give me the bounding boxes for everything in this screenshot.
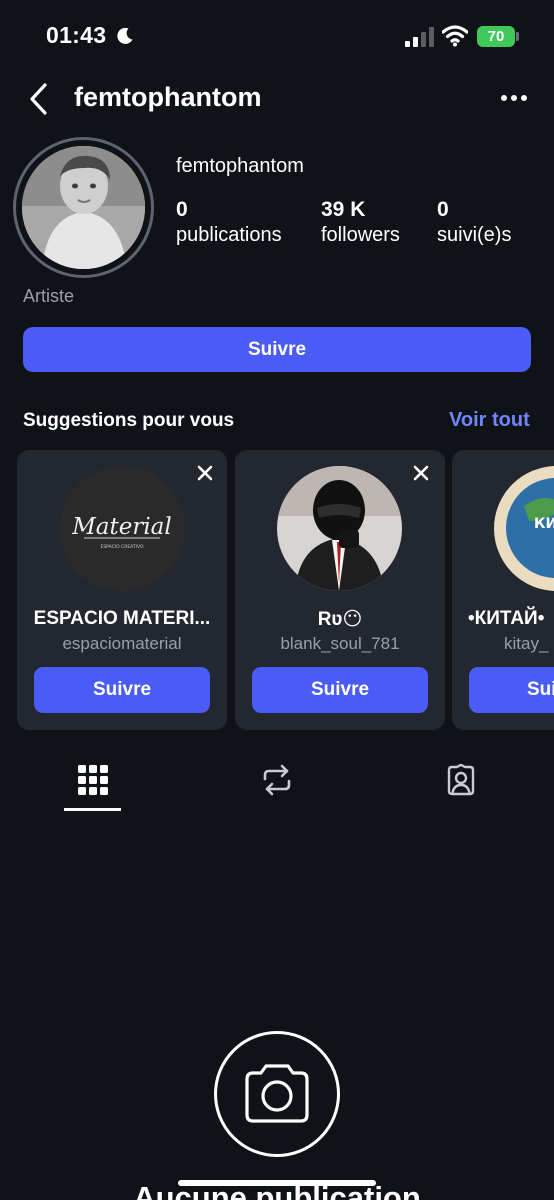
close-icon[interactable]	[194, 462, 216, 484]
china-logo-text: КИ ЛЕТ	[534, 516, 554, 532]
moon-icon	[117, 27, 133, 44]
repost-icon[interactable]	[261, 764, 293, 796]
suggestion-follow-button[interactable]: Sui	[469, 667, 554, 713]
battery-icon: 70	[477, 26, 515, 47]
suggestion-avatar[interactable]: КИ ЛЕТ	[494, 466, 554, 591]
battery-level: 70	[487, 28, 505, 45]
battery-tip	[516, 32, 519, 41]
suggestion-card[interactable]: Material ESPACIO CREATIVO ESPACIO MATERI…	[17, 450, 227, 730]
avatar[interactable]	[22, 146, 145, 269]
tagged-icon[interactable]	[445, 764, 477, 796]
stat-publications-label: publications	[176, 224, 282, 246]
signal-icon	[405, 27, 434, 47]
suggestion-handle: espaciomaterial	[62, 634, 182, 653]
china-logo: КИ ЛЕТ	[494, 466, 554, 591]
follow-button[interactable]: Suivre	[23, 327, 531, 372]
suggestion-avatar[interactable]: Material ESPACIO CREATIVO	[60, 466, 185, 591]
material-logo: Material ESPACIO CREATIVO	[60, 466, 185, 591]
see-all-link[interactable]: Voir tout	[449, 409, 530, 432]
stat-followers-value[interactable]: 39 K	[321, 198, 365, 222]
profile-category: Artiste	[23, 286, 75, 306]
stat-publications-value: 0	[176, 198, 188, 221]
close-icon[interactable]	[410, 462, 432, 484]
more-horizontal-icon[interactable]	[500, 92, 528, 104]
camera-icon	[245, 1064, 309, 1123]
stat-following-label[interactable]: suivi(e)s	[437, 224, 511, 247]
suggestion-card[interactable]: КИ ЛЕТ •КИТАЙ• kitay_ Sui	[452, 450, 554, 730]
active-tab-indicator	[64, 808, 121, 811]
profile-username: femtophantom	[176, 155, 304, 177]
avatar-photo	[22, 146, 145, 269]
material-logo-subtext: ESPACIO CREATIVO	[100, 544, 143, 550]
suggestion-follow-button[interactable]: Suivre	[34, 667, 210, 713]
page-title: femtophantom	[74, 82, 262, 112]
home-indicator[interactable]	[178, 1180, 376, 1186]
suggestion-handle: kitay_	[504, 634, 549, 653]
stat-followers-label[interactable]: followers	[321, 224, 400, 247]
chevron-left-icon[interactable]	[28, 82, 50, 116]
suggestion-avatar[interactable]	[277, 466, 402, 591]
suggestion-handle: blank_soul_781	[280, 634, 400, 653]
helmet-man-photo	[277, 466, 402, 591]
suggestion-card[interactable]: Rʋ😶 blank_soul_781 Suivre	[235, 450, 445, 730]
suggestion-name: ESPACIO MATERI...	[33, 608, 211, 629]
grid-icon[interactable]	[77, 764, 109, 796]
suggestion-follow-button[interactable]: Suivre	[252, 667, 428, 713]
wifi-icon	[442, 25, 468, 47]
suggestions-title: Suggestions pour vous	[23, 410, 235, 431]
suggestion-name: •КИТАЙ•	[468, 608, 545, 629]
suggestion-name: Rʋ😶	[317, 609, 363, 630]
status-time: 01:43	[46, 22, 107, 48]
material-logo-text: Material	[71, 514, 172, 540]
stat-following-value[interactable]: 0	[437, 198, 449, 222]
